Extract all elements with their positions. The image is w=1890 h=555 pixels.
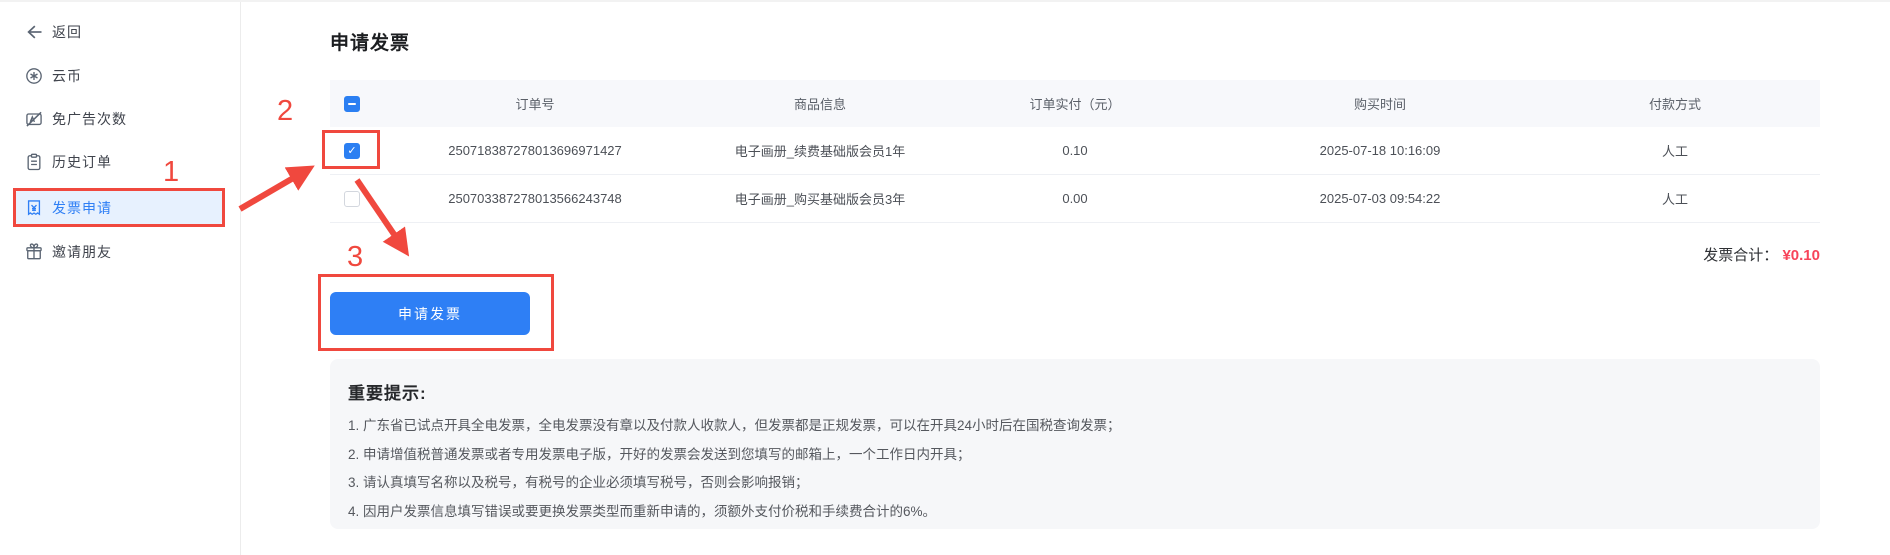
arrow-left-icon	[24, 22, 44, 42]
payment-method: 人工	[1570, 141, 1780, 160]
order-amount: 0.00	[960, 191, 1190, 206]
column-header-payment: 付款方式	[1570, 94, 1780, 113]
sidebar-item-cloud-coin[interactable]: 云币	[0, 61, 241, 91]
important-notice-panel: 重要提示: 1. 广东省已试点开具全电发票，全电发票没有章以及付款人收款人，但发…	[330, 359, 1820, 529]
annotation-step-1: 1	[163, 158, 179, 187]
invoice-total-label: 发票合计：	[1703, 247, 1778, 264]
gift-icon	[24, 242, 44, 262]
product-info: 电子画册_购买基础版会员3年	[680, 189, 960, 208]
sidebar-item-label: 返回	[52, 22, 82, 42]
sidebar: 返回 云币 免广告次数 历史订单 发票申请	[0, 2, 241, 555]
annotation-box-button	[318, 274, 554, 351]
row-checkbox[interactable]	[344, 191, 360, 207]
ad-block-icon	[24, 109, 44, 129]
arrow-1-to-2	[240, 170, 307, 209]
column-header-order-no: 订单号	[390, 94, 680, 113]
sidebar-item-ad-free[interactable]: 免广告次数	[0, 104, 241, 134]
sidebar-item-label: 邀请朋友	[52, 242, 112, 262]
annotation-step-3: 3	[347, 243, 363, 272]
column-header-amount: 订单实付（元）	[960, 94, 1190, 113]
purchase-time: 2025-07-03 09:54:22	[1190, 191, 1570, 206]
column-header-product: 商品信息	[680, 94, 960, 113]
sidebar-item-order-history[interactable]: 历史订单	[0, 147, 241, 177]
table-row: 250718387278013696971427 电子画册_续费基础版会员1年 …	[330, 127, 1820, 175]
order-no: 250703387278013566243748	[390, 191, 680, 206]
purchase-time: 2025-07-18 10:16:09	[1190, 143, 1570, 158]
annotation-box-sidebar	[13, 188, 225, 227]
invoice-total-value: ¥0.10	[1782, 247, 1820, 264]
clipboard-icon	[24, 152, 44, 172]
invoice-total: 发票合计： ¥0.10	[330, 244, 1820, 265]
column-header-time: 购买时间	[1190, 94, 1570, 113]
notice-line: 4. 因用户发票信息填写错误或要更换发票类型而重新申请的，须额外支付价税和手续费…	[348, 498, 1802, 527]
notice-line: 1. 广东省已试点开具全电发票，全电发票没有章以及付款人收款人，但发票都是正规发…	[348, 412, 1802, 441]
order-no: 250718387278013696971427	[390, 143, 680, 158]
payment-method: 人工	[1570, 189, 1780, 208]
orders-table: 订单号 商品信息 订单实付（元） 购买时间 付款方式 2507183872780…	[330, 80, 1820, 223]
notice-title: 重要提示:	[348, 379, 1802, 404]
notice-line: 2. 申请增值税普通发票或者专用发票电子版，开好的发票会发送到您填写的邮箱上，一…	[348, 441, 1802, 470]
annotation-step-2: 2	[277, 97, 293, 126]
sidebar-item-label: 历史订单	[52, 152, 112, 172]
page-title: 申请发票	[330, 28, 410, 55]
notice-line: 3. 请认真填写名称以及税号，有税号的企业必须填写税号，否则会影响报销；	[348, 469, 1802, 498]
sidebar-item-label: 云币	[52, 66, 82, 86]
table-header-row: 订单号 商品信息 订单实付（元） 购买时间 付款方式	[330, 80, 1820, 127]
invoice-apply-page: 返回 云币 免广告次数 历史订单 发票申请	[0, 0, 1890, 555]
annotation-box-checkbox	[322, 130, 380, 169]
product-info: 电子画册_续费基础版会员1年	[680, 141, 960, 160]
order-amount: 0.10	[960, 143, 1190, 158]
sidebar-item-invite-friends[interactable]: 邀请朋友	[0, 237, 241, 267]
coin-icon	[24, 66, 44, 86]
sidebar-item-label: 免广告次数	[52, 109, 127, 129]
table-row: 250703387278013566243748 电子画册_购买基础版会员3年 …	[330, 175, 1820, 223]
sidebar-item-back[interactable]: 返回	[0, 17, 241, 47]
select-all-checkbox[interactable]	[344, 96, 360, 112]
